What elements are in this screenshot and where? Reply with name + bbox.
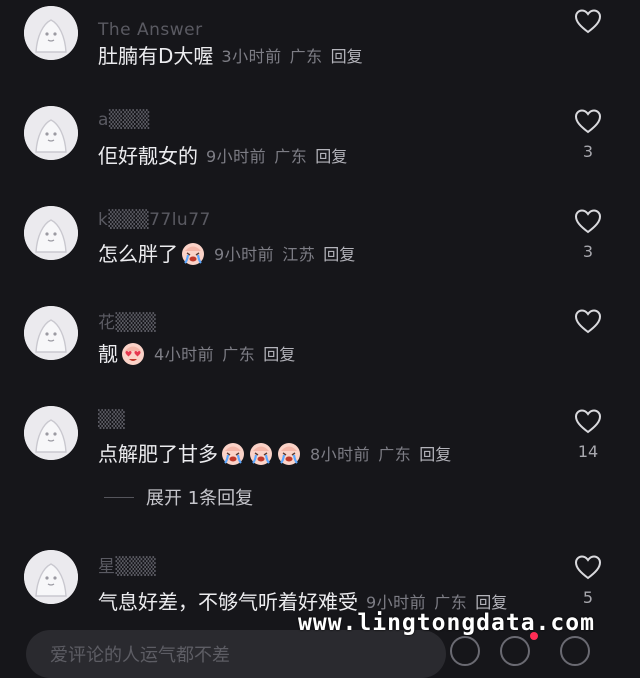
at-mention-icon[interactable] [450, 636, 480, 666]
reply-button[interactable]: 回复 [315, 143, 347, 167]
like-count: 3 [582, 242, 594, 261]
default-avatar-icon [24, 406, 78, 460]
like-button[interactable] [574, 308, 602, 334]
crying-face-emoji [276, 440, 302, 466]
username[interactable]: a▒▒▒ [98, 110, 150, 130]
avatar[interactable] [24, 406, 78, 460]
comment-body: 怎么胖了 9小时前 江苏 回复 [98, 238, 355, 267]
like-count: 14 [577, 442, 599, 461]
heart-icon [574, 9, 602, 34]
like-button[interactable] [574, 8, 602, 34]
comment-time: 9小时前 [366, 592, 427, 612]
avatar[interactable] [24, 106, 78, 160]
like-button[interactable] [574, 208, 602, 234]
username[interactable]: 星▒▒▒ [98, 552, 156, 577]
heart-icon [574, 555, 602, 580]
comment-time: 9小时前 [214, 244, 275, 264]
default-avatar-icon [24, 306, 78, 360]
reply-button[interactable]: 回复 [475, 589, 507, 613]
heart-icon [574, 409, 602, 434]
username[interactable]: 花▒▒▒ [98, 308, 156, 333]
comment-location: 广东 [274, 146, 308, 166]
crying-face-emoji [220, 440, 246, 466]
image-icon[interactable] [560, 636, 590, 666]
comment-body: 肚腩有D大喔 3小时前 广东 回复 [98, 40, 363, 69]
comment-input[interactable]: 爱评论的人运气都不差 [26, 630, 446, 678]
default-avatar-icon [24, 550, 78, 604]
reply-button[interactable]: 回复 [419, 441, 451, 465]
comment-body: 点解肥了甘多 8小时前 广东 回复 [98, 438, 451, 467]
heart-eyes-face-emoji [120, 340, 146, 366]
comment-body: 佢好靓女的 9小时前 广东 回复 [98, 140, 347, 169]
username[interactable]: ▒▒ [98, 410, 125, 430]
expand-replies-label: 展开 1条回复 [146, 488, 254, 509]
heart-icon [574, 209, 602, 234]
like-button[interactable] [574, 408, 602, 434]
comment-text: 肚腩有D大喔 [98, 44, 214, 68]
like-button[interactable] [574, 108, 602, 134]
reply-button[interactable]: 回复 [331, 43, 363, 67]
like-button[interactable] [574, 554, 602, 580]
crying-face-emoji [248, 440, 274, 466]
comment-body: 靓 4小时前 广东 回复 [98, 338, 295, 367]
comment-input-placeholder: 爱评论的人运气都不差 [50, 645, 230, 666]
comment-text: 靓 [98, 342, 118, 366]
default-avatar-icon [24, 106, 78, 160]
comment-time: 4小时前 [154, 344, 215, 364]
comment-location: 广东 [289, 46, 323, 66]
comment-text: 点解肥了甘多 [98, 442, 218, 466]
like-count: 3 [582, 142, 594, 161]
comment-time: 3小时前 [221, 46, 282, 66]
comment-location: 广东 [378, 444, 412, 464]
comment-time: 8小时前 [310, 444, 371, 464]
default-avatar-icon [24, 6, 78, 60]
heart-icon [574, 109, 602, 134]
crying-face-emoji [180, 240, 206, 266]
avatar[interactable] [24, 206, 78, 260]
avatar[interactable] [24, 306, 78, 360]
comment-location: 广东 [434, 592, 468, 612]
comment-time: 9小时前 [206, 146, 267, 166]
reply-button[interactable]: 回复 [323, 241, 355, 265]
emoji-icon[interactable] [500, 636, 530, 666]
default-avatar-icon [24, 206, 78, 260]
comment-text: 怎么胖了 [98, 242, 178, 266]
expand-replies-button[interactable]: 展开 1条回复 [104, 484, 253, 510]
like-count: 5 [582, 588, 594, 607]
comment-location: 广东 [222, 344, 256, 364]
username[interactable]: k▒▒▒77lu77 [98, 210, 211, 230]
reply-button[interactable]: 回复 [263, 341, 295, 365]
comment-text: 佢好靓女的 [98, 144, 198, 168]
heart-icon [574, 309, 602, 334]
avatar[interactable] [24, 550, 78, 604]
watermark: www.lingtongdata.com [298, 610, 595, 636]
avatar[interactable] [24, 6, 78, 60]
divider [104, 496, 134, 498]
username[interactable]: The Answer [98, 20, 203, 40]
comment-location: 江苏 [282, 244, 316, 264]
